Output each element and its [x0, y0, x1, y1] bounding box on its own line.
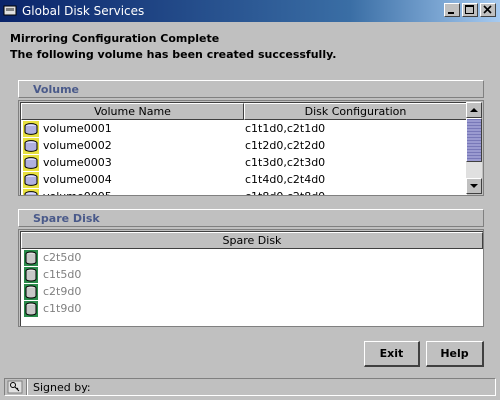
volume-section-header: Volume: [18, 80, 484, 98]
key-icon: [7, 380, 23, 394]
volume-name: volume0005: [43, 188, 112, 195]
minimize-button[interactable]: [444, 3, 460, 17]
spare-disk-name: c1t9d0: [43, 302, 82, 315]
volume-icon: [23, 138, 39, 154]
title-bar[interactable]: Global Disk Services: [0, 0, 500, 22]
volume-icon: [23, 121, 39, 137]
column-header-disk-configuration[interactable]: Disk Configuration: [244, 103, 467, 120]
help-button[interactable]: Help: [426, 341, 484, 367]
maximize-icon: [465, 5, 474, 14]
disk-icon: [24, 267, 38, 283]
volume-section-title: Volume: [33, 83, 79, 96]
volume-row[interactable]: volume0003 c1t3d0,c2t3d0: [21, 154, 467, 171]
column-header-volume-name[interactable]: Volume Name: [21, 103, 244, 120]
volume-row[interactable]: volume0004 c1t4d0,c2t4d0: [21, 171, 467, 188]
app-icon: [3, 5, 17, 16]
disk-icon: [24, 284, 38, 300]
spare-disk-row[interactable]: c2t5d0: [21, 249, 483, 266]
status-bar: Signed by:: [4, 378, 496, 396]
scroll-down-button[interactable]: [466, 178, 482, 194]
volume-row[interactable]: volume0005 c1t8d0,c2t8d0: [21, 188, 467, 195]
volume-table: Volume Name Disk Configuration volume000…: [20, 102, 467, 195]
dialog-window: Global Disk Services Mirroring Configura…: [0, 0, 500, 400]
spare-disk-row[interactable]: c1t5d0: [21, 266, 483, 283]
disk-configuration: c1t4d0,c2t4d0: [245, 173, 326, 186]
spare-disk-name: c1t5d0: [43, 268, 82, 281]
arrow-up-icon: [470, 108, 478, 112]
close-button[interactable]: [480, 3, 496, 17]
maximize-button[interactable]: [462, 3, 478, 17]
volume-icon: [23, 189, 39, 195]
disk-configuration: c1t2d0,c2t2d0: [245, 139, 326, 152]
scroll-up-button[interactable]: [466, 102, 482, 118]
spare-panel: Spare Disk c2t5d0 c1t5d0 c2t9d0 c1t9d0: [18, 229, 484, 327]
volume-name: volume0004: [43, 173, 112, 186]
volume-scrollbar[interactable]: [466, 102, 482, 194]
disk-icon: [24, 250, 38, 266]
exit-button[interactable]: Exit: [364, 341, 420, 367]
arrow-down-icon: [470, 184, 478, 188]
spare-disk-row[interactable]: c2t9d0: [21, 283, 483, 300]
volume-panel: Volume Name Disk Configuration volume000…: [18, 100, 484, 196]
column-header-spare-disk[interactable]: Spare Disk: [21, 232, 483, 249]
window-title: Global Disk Services: [22, 4, 145, 18]
spare-disk-name: c2t5d0: [43, 251, 82, 264]
scroll-thumb[interactable]: [466, 118, 482, 162]
volume-name: volume0002: [43, 139, 112, 152]
spare-section-title: Spare Disk: [33, 212, 100, 225]
volume-name: volume0001: [43, 122, 112, 135]
signed-by-label: Signed by:: [33, 381, 91, 394]
volume-name: volume0003: [43, 156, 112, 169]
completion-message: The following volume has been created su…: [10, 48, 337, 61]
spare-disk-row[interactable]: c1t9d0: [21, 300, 483, 317]
minimize-icon: [448, 12, 454, 14]
disk-configuration: c1t3d0,c2t3d0: [245, 156, 326, 169]
spare-section-header: Spare Disk: [18, 209, 484, 227]
volume-icon: [23, 155, 39, 171]
close-icon: [483, 5, 492, 14]
volume-row[interactable]: volume0001 c1t1d0,c2t1d0: [21, 120, 467, 137]
disk-configuration: c1t8d0,c2t8d0: [245, 188, 325, 195]
volume-icon: [23, 172, 39, 188]
disk-configuration: c1t1d0,c2t1d0: [245, 122, 326, 135]
completion-heading: Mirroring Configuration Complete: [10, 32, 220, 45]
disk-icon: [24, 301, 38, 317]
spare-disk-table: Spare Disk c2t5d0 c1t5d0 c2t9d0 c1t9d0: [20, 231, 483, 326]
spare-disk-name: c2t9d0: [43, 285, 82, 298]
volume-row[interactable]: volume0002 c1t2d0,c2t2d0: [21, 137, 467, 154]
